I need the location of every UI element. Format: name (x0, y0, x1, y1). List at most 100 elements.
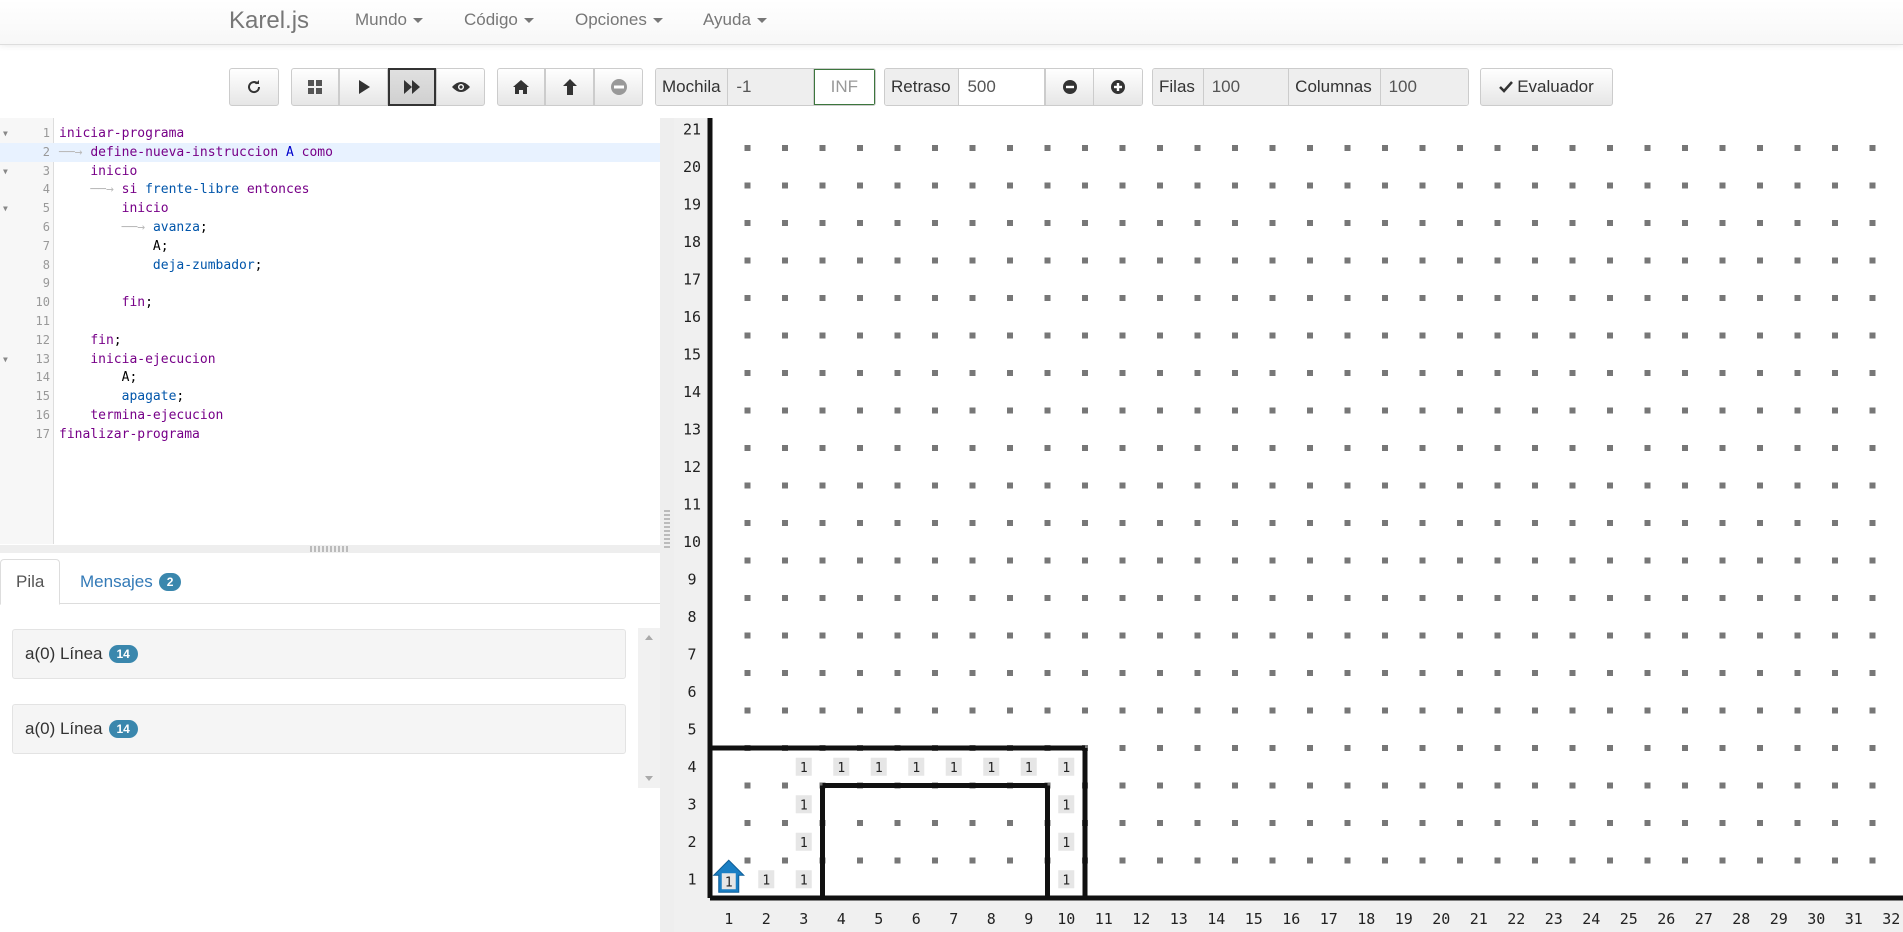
grid-dot (1382, 707, 1388, 714)
menu-opciones[interactable]: Opciones (575, 10, 663, 30)
code-line[interactable]: 1 ▼ iniciar-programa (0, 124, 660, 143)
grid-dot (1569, 670, 1576, 676)
columnas-input[interactable]: 100 (1380, 69, 1468, 105)
code-line[interactable]: 16 termina-ejecucion (0, 406, 660, 425)
retraso-decrease-button[interactable] (1044, 69, 1094, 105)
code-line[interactable]: 8 deja-zumbador; (0, 256, 660, 275)
grid-dot (1157, 745, 1163, 751)
tab-pila[interactable]: Pila (0, 559, 61, 605)
reload-button[interactable] (229, 68, 279, 106)
grid-dot (1419, 595, 1426, 601)
grid-dot (1757, 857, 1763, 864)
grid-dot (1007, 332, 1013, 339)
grid-dot (1757, 332, 1763, 339)
play-button[interactable] (339, 68, 388, 106)
code-line[interactable]: 11 (0, 312, 660, 331)
stop-button[interactable] (594, 68, 643, 106)
column-label: 21 (1470, 910, 1488, 928)
code-line[interactable]: 6 ──→ avanza; (0, 218, 660, 237)
karel-world[interactable]: 1 2 3 4 5 6 7 8 9 10 11 12 13 14 15 16 17 18 19 20 21 1 2 3 4 5 6 7… (674, 118, 1903, 932)
menu-codigo[interactable]: Código (464, 10, 534, 30)
code-line[interactable]: 3 ▼ inicio (0, 162, 660, 181)
stack-scrollbar[interactable] (638, 628, 660, 788)
plus-circle-icon (1111, 80, 1126, 94)
column-label: 11 (1095, 910, 1113, 928)
menu-mundo[interactable]: Mundo (355, 10, 423, 30)
code-line[interactable]: 13 ▼ inicia-ejecucion (0, 350, 660, 369)
mochila-inf-button[interactable]: INF (813, 69, 875, 105)
code-line[interactable]: 7 A; (0, 237, 660, 256)
code-editor[interactable]: 1 ▼ iniciar-programa 2 ──→ define-nueva-inst… (0, 118, 660, 544)
grid-dot (932, 295, 938, 301)
grid-dot (1382, 445, 1388, 451)
grid-dot (1644, 782, 1651, 789)
grid-dot (1194, 557, 1201, 564)
grid-dot (1007, 482, 1013, 489)
retraso-input[interactable]: 500 (959, 69, 1045, 105)
fold-arrow-icon[interactable]: ▼ (3, 124, 8, 143)
grid-dot (1794, 220, 1801, 226)
code-line[interactable]: 10 fin; (0, 293, 660, 312)
grid-dot (1082, 220, 1088, 226)
forward-button[interactable] (545, 68, 594, 106)
grid-dot (1269, 332, 1276, 339)
grid-dot (1607, 220, 1613, 226)
grid-icon (308, 80, 322, 94)
grid-dot (1644, 670, 1651, 676)
evaluador-button[interactable]: Evaluador (1480, 68, 1613, 106)
code-line[interactable]: 5 ▼ inicio (0, 199, 660, 218)
grid-dot (969, 295, 976, 301)
grid-dot (1119, 782, 1126, 789)
grid-dot (1719, 332, 1726, 339)
tab-mensajes[interactable]: Mensajes 2 (65, 559, 196, 605)
code-line[interactable]: 17 finalizar-programa (0, 425, 660, 444)
code-text: termina-ejecucion (90, 408, 224, 423)
fold-arrow-icon[interactable]: ▼ (3, 162, 8, 181)
code-line[interactable]: 2 ──→ define-nueva-instruccion A como (0, 142, 660, 162)
code-line[interactable]: 15 apagate; (0, 387, 660, 406)
grid-dot (969, 407, 976, 414)
menu-ayuda[interactable]: Ayuda (703, 10, 767, 30)
grid-button[interactable] (291, 68, 339, 106)
grid-dot (1307, 295, 1313, 301)
grid-dot (1044, 370, 1051, 376)
grid-dot (969, 632, 976, 639)
world-canvas[interactable]: 1234567891011121314151617181920211 2 3 4 5 6 7… (674, 118, 1903, 932)
grid-dot (1457, 407, 1463, 414)
grid-dot (782, 482, 788, 489)
grid-dot (894, 257, 901, 264)
column-label: 10 (1057, 910, 1075, 928)
grid-dot (1494, 520, 1501, 526)
grid-dot (1719, 482, 1726, 489)
grid-dot (1607, 820, 1613, 826)
grid-dot (744, 557, 751, 564)
grid-dot (1194, 670, 1201, 676)
code-line[interactable]: 4 ──→ si frente-libre entonces (0, 180, 660, 199)
grid-dot (1832, 820, 1838, 826)
column-label: 19 (1395, 910, 1413, 928)
grid-dot (1532, 407, 1538, 414)
brand[interactable]: Karel.js (229, 7, 309, 35)
code-line[interactable]: 9 (0, 274, 660, 293)
code-line[interactable]: 14 A; (0, 368, 660, 387)
home-button[interactable] (497, 68, 545, 106)
horizontal-splitter[interactable] (0, 545, 660, 553)
vertical-splitter[interactable] (660, 118, 674, 932)
grid-dot (1719, 782, 1726, 789)
mochila-input[interactable]: -1 (728, 69, 814, 105)
retraso-increase-button[interactable] (1093, 69, 1142, 105)
grid-dot (969, 595, 976, 601)
grid-dot (1569, 182, 1576, 189)
run-fast-button[interactable] (388, 68, 436, 106)
code-line[interactable]: 12 fin; (0, 331, 660, 350)
grid-dot (1232, 745, 1238, 751)
grid-dot (744, 707, 751, 714)
grid-dot (1007, 670, 1013, 676)
filas-input[interactable]: 100 (1203, 69, 1290, 105)
watch-button[interactable] (436, 68, 485, 106)
fold-arrow-icon[interactable]: ▼ (3, 350, 8, 369)
fold-arrow-icon[interactable]: ▼ (3, 199, 8, 218)
grid-dot (1082, 557, 1088, 564)
grid-dot (1494, 220, 1501, 226)
grid-dot (1119, 407, 1126, 414)
